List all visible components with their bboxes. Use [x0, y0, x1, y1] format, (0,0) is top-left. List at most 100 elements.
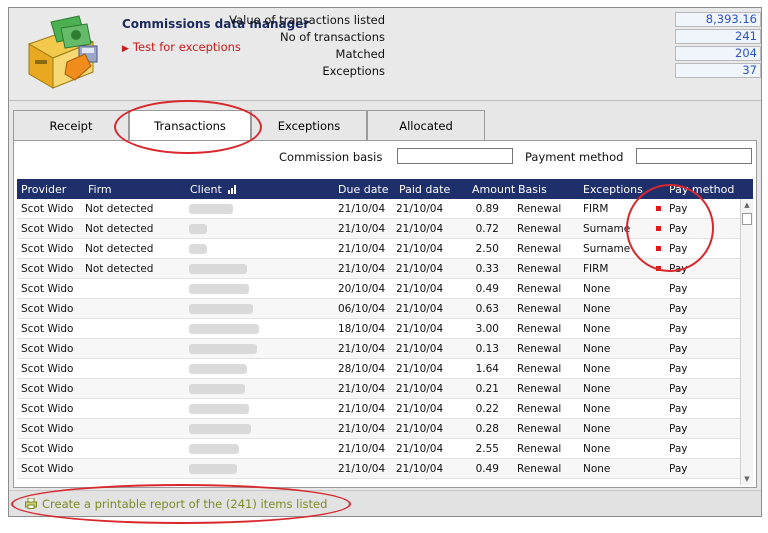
tab-allocated[interactable]: Allocated	[367, 110, 485, 140]
col-due-date[interactable]: Due date	[338, 183, 389, 196]
cell-due-date: 21/10/04	[338, 203, 386, 215]
cell-provider: Scot Wido	[21, 223, 74, 235]
cell-paid-date: 21/10/04	[396, 283, 444, 295]
cell-firm: Not detected	[85, 203, 154, 215]
col-exceptions[interactable]: Exceptions	[583, 183, 643, 196]
cell-basis: Renewal	[517, 303, 562, 315]
cell-exceptions: Surname	[583, 223, 631, 235]
col-firm[interactable]: Firm	[88, 183, 112, 196]
cell-paid-date: 21/10/04	[396, 363, 444, 375]
stat-label: No of transactions	[280, 30, 385, 44]
table-row[interactable]: Scot Wido Not detected 21/10/04 21/10/04 Ren…	[17, 259, 741, 279]
col-paid-date[interactable]: Paid date	[399, 183, 450, 196]
cell-amount: 0.63	[475, 303, 499, 315]
cell-amount: 0.22	[475, 403, 499, 415]
table-row[interactable]: Scot Wido Not detected 21/10/04 21/10/04 Ren…	[17, 199, 741, 219]
cell-due-date: 20/10/04	[338, 283, 386, 295]
footer: Create a printable report of the (241) i…	[9, 490, 761, 516]
report-link-label: Create a printable report of the (241) i…	[42, 497, 328, 511]
client-name-redacted	[189, 304, 253, 314]
cell-basis: Renewal	[517, 203, 562, 215]
cell-paid-date: 21/10/04	[396, 343, 444, 355]
table-row[interactable]: Scot Wido Not detected 21/10/04 21/10/04 Ren…	[17, 239, 741, 259]
cell-amount: 0.89	[475, 203, 499, 215]
client-name-redacted	[189, 464, 237, 474]
cell-paid-date: 21/10/04	[396, 443, 444, 455]
client-name-redacted	[189, 344, 257, 354]
cell-firm: Not detected	[85, 263, 154, 275]
cell-paid-date: 21/10/04	[396, 203, 444, 215]
transactions-table: Provider Firm Client Due date Paid date …	[17, 179, 753, 485]
table-row[interactable]: Scot Wido 28/10/04 21/10/04 Renewal None Pay 1…	[17, 359, 741, 379]
cell-pay-method: Pay	[669, 463, 688, 475]
printable-report-link[interactable]: Create a printable report of the (241) i…	[25, 497, 327, 511]
cell-amount: 3.00	[475, 323, 499, 335]
tab-transactions[interactable]: Transactions	[129, 110, 251, 142]
cell-amount: 0.72	[475, 223, 499, 235]
col-amount[interactable]: Amount	[472, 183, 515, 196]
scroll-down-icon[interactable]: ▼	[741, 473, 753, 485]
client-name-redacted	[189, 324, 259, 334]
table-row[interactable]: Scot Wido 21/10/04 21/10/04 Renewal None Pay 0…	[17, 339, 741, 359]
cell-pay-method: Pay	[669, 403, 688, 415]
cell-pay-method: Pay	[669, 243, 688, 255]
vertical-scrollbar[interactable]: ▲ ▼	[740, 199, 753, 485]
tab-receipt[interactable]: Receipt	[13, 110, 129, 140]
cell-paid-date: 21/10/04	[396, 383, 444, 395]
cell-basis: Renewal	[517, 423, 562, 435]
cell-basis: Renewal	[517, 283, 562, 295]
cell-paid-date: 21/10/04	[396, 423, 444, 435]
table-row[interactable]: Scot Wido 21/10/04 21/10/04 Renewal None Pay 2…	[17, 439, 741, 459]
cell-paid-date: 21/10/04	[396, 263, 444, 275]
cell-exceptions: None	[583, 403, 611, 415]
cell-exceptions: Surname	[583, 243, 631, 255]
table-row[interactable]: Scot Wido 21/10/04 21/10/04 Renewal None Pay 0…	[17, 419, 741, 439]
cell-due-date: 21/10/04	[338, 223, 386, 235]
scroll-thumb[interactable]	[742, 213, 752, 225]
cell-basis: Renewal	[517, 443, 562, 455]
client-name-redacted	[189, 424, 251, 434]
stat-value-total: 8,393.16	[675, 12, 761, 27]
cell-pay-method: Pay	[669, 323, 688, 335]
commission-basis-input[interactable]	[397, 148, 513, 164]
cell-pay-method: Pay	[669, 223, 688, 235]
cell-basis: Renewal	[517, 403, 562, 415]
cell-provider: Scot Wido	[21, 443, 74, 455]
client-name-redacted	[189, 204, 233, 214]
cell-exceptions: FIRM	[583, 203, 609, 215]
cell-due-date: 21/10/04	[338, 423, 386, 435]
cell-paid-date: 21/10/04	[396, 463, 444, 475]
cell-provider: Scot Wido	[21, 463, 74, 475]
col-client-label: Client	[190, 183, 222, 196]
col-provider[interactable]: Provider	[21, 183, 66, 196]
payment-method-input[interactable]	[636, 148, 752, 164]
client-name-redacted	[189, 244, 207, 254]
cell-basis: Renewal	[517, 323, 562, 335]
table-row[interactable]: Scot Wido 06/10/04 21/10/04 Renewal None Pay 0…	[17, 299, 741, 319]
cell-due-date: 21/10/04	[338, 343, 386, 355]
cell-pay-method: Pay	[669, 363, 688, 375]
cell-exceptions: None	[583, 303, 611, 315]
table-row[interactable]: Scot Wido 18/10/04 21/10/04 Renewal None Pay 3…	[17, 319, 741, 339]
tab-exceptions[interactable]: Exceptions	[251, 110, 367, 140]
cell-amount: 0.28	[475, 423, 499, 435]
cell-pay-method: Pay	[669, 423, 688, 435]
cell-firm: Not detected	[85, 243, 154, 255]
table-row[interactable]: Scot Wido 21/10/04 21/10/04 Renewal None Pay 0…	[17, 399, 741, 419]
table-row[interactable]: Scot Wido Not detected 21/10/04 21/10/04 Ren…	[17, 219, 741, 239]
table-row[interactable]: Scot Wido 20/10/04 21/10/04 Renewal None Pay 0…	[17, 279, 741, 299]
cell-provider: Scot Wido	[21, 343, 74, 355]
col-basis[interactable]: Basis	[518, 183, 547, 196]
cell-exceptions: None	[583, 463, 611, 475]
col-pay-method[interactable]: Pay method	[669, 183, 734, 196]
scroll-up-icon[interactable]: ▲	[741, 199, 753, 211]
cell-pay-method: Pay	[669, 263, 688, 275]
table-row[interactable]: Scot Wido 21/10/04 21/10/04 Renewal None Pay 0…	[17, 379, 741, 399]
app-window: Commissions data manager ▶ Test for excep…	[8, 7, 762, 517]
cell-due-date: 21/10/04	[338, 443, 386, 455]
client-name-redacted	[189, 284, 249, 294]
col-client[interactable]: Client	[190, 183, 238, 196]
cell-paid-date: 21/10/04	[396, 403, 444, 415]
table-row[interactable]: Scot Wido 21/10/04 21/10/04 Renewal None Pay 0…	[17, 459, 741, 479]
cell-due-date: 06/10/04	[338, 303, 386, 315]
